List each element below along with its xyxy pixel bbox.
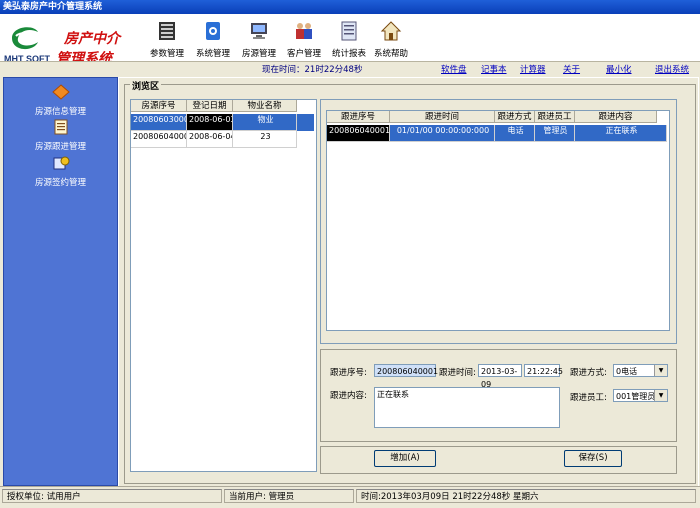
notepad-link[interactable]: 记事本 [481, 63, 507, 75]
followup-grid[interactable]: 跟进序号 跟进时间 跟进方式 跟进员工 跟进内容 200806040001 01… [326, 110, 670, 331]
toolbar-help-button[interactable]: 系统帮助 [368, 20, 414, 59]
column-header[interactable]: 跟进序号 [327, 111, 390, 123]
table-cell[interactable]: 管理员 [535, 125, 575, 142]
exit-link[interactable]: 退出系统 [655, 63, 689, 75]
toolbar-system-button[interactable]: 系统管理 [190, 20, 236, 59]
browse-group-label: 浏览区 [130, 79, 162, 92]
help-home-icon [380, 21, 402, 41]
system-icon [206, 22, 220, 40]
column-header[interactable]: 物业名称 [233, 100, 297, 112]
chevron-down-icon[interactable]: ▼ [654, 390, 667, 401]
toolbar-label: 统计报表 [331, 49, 366, 59]
content-textarea[interactable]: 正在联系 [374, 387, 560, 428]
staff-label: 跟进员工: [570, 393, 607, 403]
table-cell[interactable]: 23 [233, 131, 297, 148]
column-header[interactable]: 跟进方式 [495, 111, 535, 123]
content-label: 跟进内容: [330, 391, 367, 401]
auth-unit: 授权单位: 试用用户 [2, 489, 222, 503]
report-icon [341, 21, 357, 41]
column-header[interactable]: 登记日期 [187, 100, 233, 112]
toolbar-label: 房源管理 [241, 49, 276, 59]
contract-icon [53, 156, 69, 170]
bottom-status-bar: 授权单位: 试用用户 当前用户: 管理员 时间:2013年03月09日 21时2… [0, 486, 700, 508]
toolbar-params-button[interactable]: 参数管理 [144, 20, 190, 59]
table-cell[interactable]: 物业 [233, 114, 297, 131]
sidebar-item-house-info[interactable]: 房源信息管理 [4, 84, 117, 117]
current-time: 现在时间：21时22分48秒 [262, 65, 363, 75]
column-header[interactable]: 跟进时间 [390, 111, 495, 123]
params-icon [159, 22, 175, 40]
table-cell[interactable]: 01/01/00 00:00:00:000 [390, 125, 495, 142]
method-select-value: 0电话 [616, 367, 638, 376]
seq-field[interactable]: 200806040001 [374, 364, 438, 377]
table-cell[interactable]: 电话 [495, 125, 535, 142]
mht-logo-icon [12, 27, 38, 50]
sidebar-item-label: 房源跟进管理 [34, 142, 86, 152]
staff-select[interactable]: 001管理员 ▼ [613, 389, 668, 402]
table-cell[interactable]: 2008-06-04 [187, 131, 233, 148]
toolbar-label: 系统管理 [195, 49, 230, 59]
chevron-down-icon[interactable]: ▼ [654, 365, 667, 376]
table-cell[interactable]: 200806030001 [131, 114, 187, 131]
toolbar-label: 系统帮助 [373, 49, 408, 59]
customer-icon [296, 23, 312, 39]
sidebar-item-label: 房源信息管理 [34, 107, 86, 117]
column-header[interactable]: 跟进内容 [575, 111, 657, 123]
house-list-grid[interactable]: 房源序号 登记日期 物业名称 200806030001 2008-06-03 物… [130, 99, 317, 472]
window-title: 美弘泰房产中介管理系统 [0, 0, 700, 14]
sidebar-item-label: 房源签约管理 [34, 178, 86, 188]
column-header[interactable]: 跟进员工 [535, 111, 575, 123]
row-highlight [297, 114, 314, 131]
table-cell[interactable]: 正在联系 [575, 125, 667, 142]
toolbar-report-button[interactable]: 统计报表 [326, 20, 372, 59]
time-field[interactable]: 21:22:45 [524, 364, 563, 377]
table-cell[interactable]: 200806040001 [327, 125, 390, 142]
method-select[interactable]: 0电话 ▼ [613, 364, 668, 377]
status-time: 时间:2013年03月09日 21时22分48秒 星期六 [356, 489, 696, 503]
minimize-link[interactable]: 最小化 [606, 63, 632, 75]
sidebar-item-house-contract[interactable]: 房源签约管理 [4, 155, 117, 188]
toolbar-customer-button[interactable]: 客户管理 [281, 20, 327, 59]
column-header[interactable]: 房源序号 [131, 100, 187, 112]
save-button[interactable]: 保存(S) [564, 450, 622, 467]
table-cell[interactable]: 200806040001 [131, 131, 187, 148]
notepad-icon [54, 119, 67, 135]
brand-line-1: 房产中介 [64, 31, 120, 47]
method-label: 跟进方式: [570, 368, 607, 378]
time-label: 跟进时间: [439, 368, 476, 378]
staff-select-value: 001管理员 [616, 392, 656, 401]
seq-label: 跟进序号: [330, 368, 367, 378]
calculator-link[interactable]: 计算器 [520, 63, 546, 75]
table-cell[interactable]: 2008-06-03 [187, 114, 233, 131]
date-field[interactable]: 2013-03-09 [478, 364, 522, 389]
toolbar-house-source-button[interactable]: 房源管理 [236, 20, 282, 59]
about-link[interactable]: 关于 [563, 63, 580, 75]
toolbar-label: 参数管理 [149, 49, 184, 59]
house-source-icon [251, 23, 267, 39]
sidebar: 房源信息管理 房源跟进管理 房源签约管理 [3, 77, 118, 486]
sidebar-item-house-followup[interactable]: 房源跟进管理 [4, 119, 117, 152]
add-button[interactable]: 增加(A) [374, 450, 436, 467]
diamond-icon [51, 84, 70, 100]
toolbar-label: 客户管理 [286, 49, 321, 59]
current-user: 当前用户: 管理员 [224, 489, 354, 503]
soft-keyboard-link[interactable]: 软件盘 [441, 63, 467, 75]
